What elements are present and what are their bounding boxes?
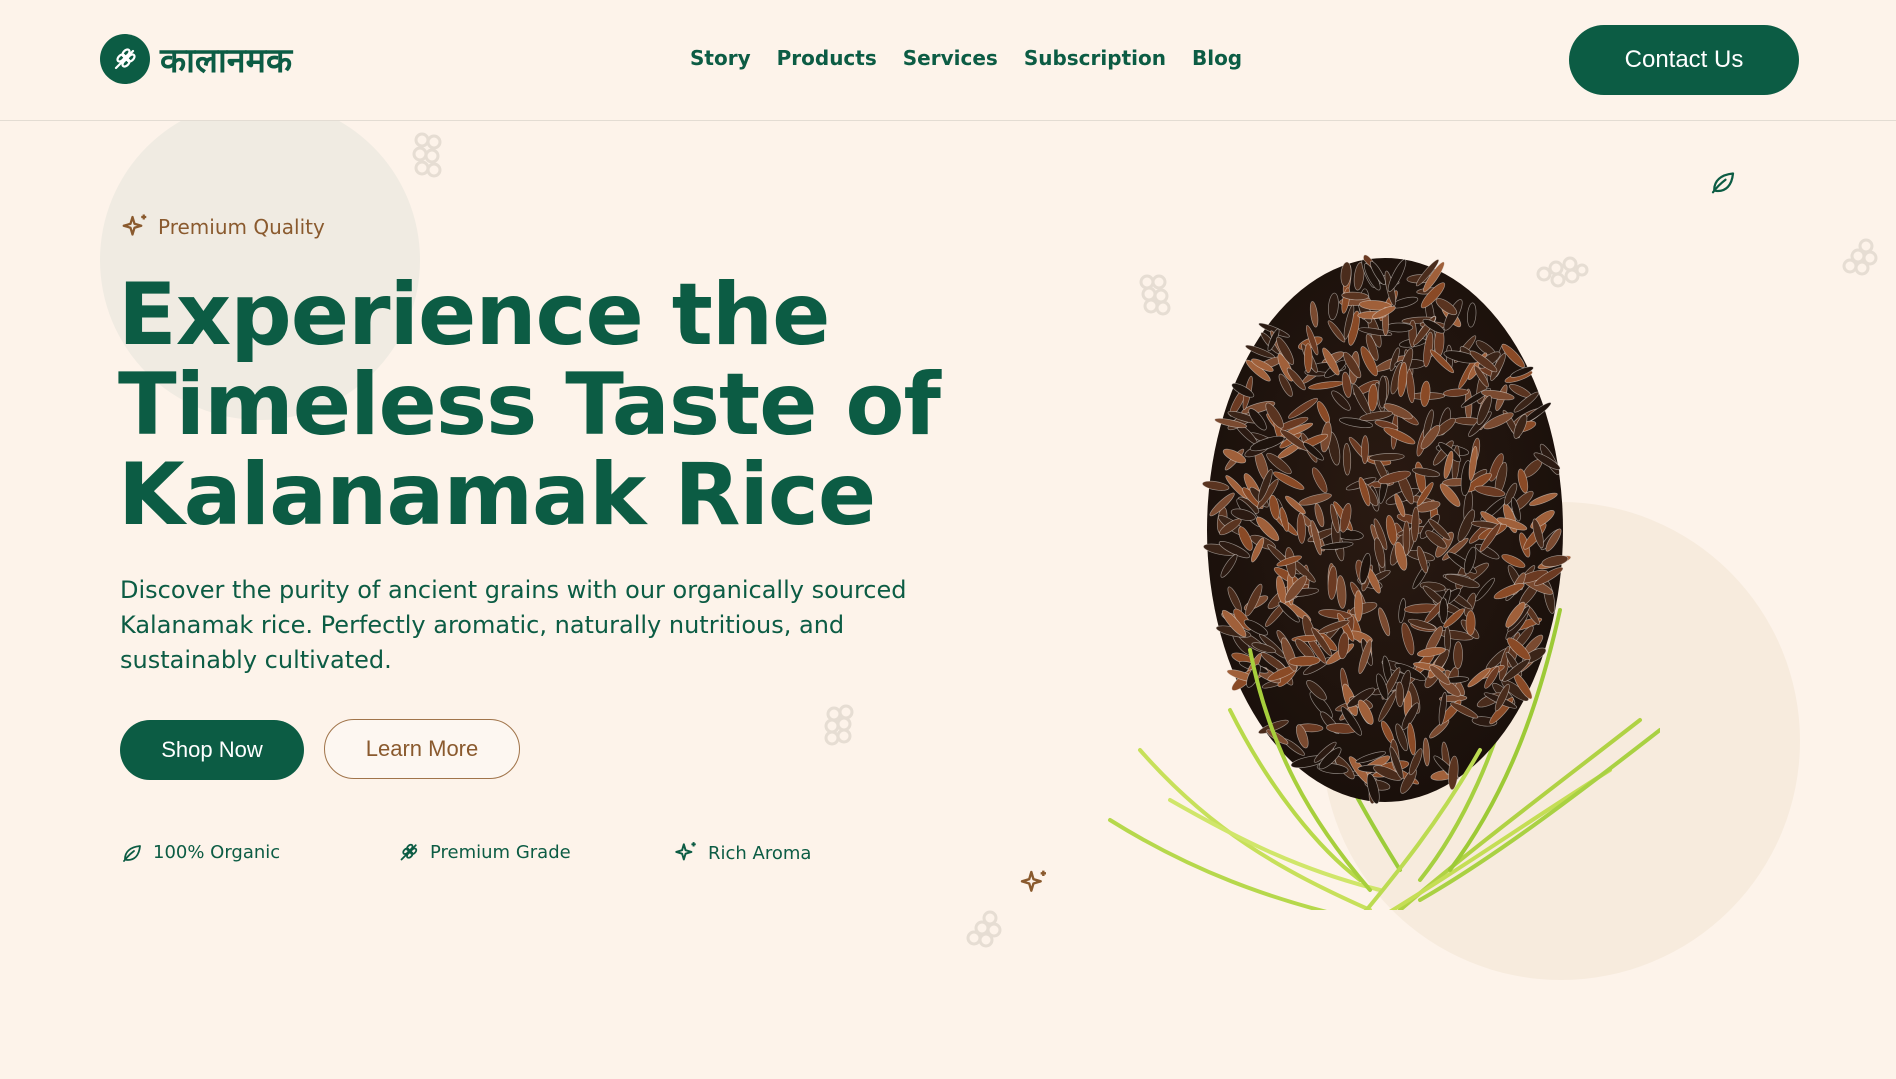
grain-decoration-icon <box>824 704 854 746</box>
grain-decoration-icon <box>412 132 442 178</box>
wheat-icon <box>100 34 150 84</box>
grain-decoration-icon <box>966 910 1002 948</box>
shop-now-button[interactable]: Shop Now <box>120 720 304 780</box>
feature-label: Premium Grade <box>430 841 571 863</box>
description-line: Kalanamak rice. Perfectly aromatic, natu… <box>120 611 845 639</box>
nav-products[interactable]: Products <box>777 46 877 70</box>
hero-description: Discover the purity of ancient grains wi… <box>120 573 920 678</box>
rice-grain <box>1354 590 1363 622</box>
sparkle-icon <box>122 214 147 236</box>
rice-grain <box>1465 610 1476 636</box>
nav-services[interactable]: Services <box>903 46 998 70</box>
rice-grain <box>1303 343 1313 374</box>
brand-logo[interactable]: कालानमक <box>100 34 292 84</box>
hero-headline: Experience the Timeless Taste of Kalanam… <box>118 270 1018 540</box>
feature-premium-grade: Premium Grade <box>397 840 571 864</box>
grain-decoration-icon <box>1842 238 1878 276</box>
leaf-icon <box>1711 172 1735 194</box>
headline-line: Kalanamak Rice <box>118 445 876 545</box>
rice-grain <box>1453 641 1463 670</box>
leaf-icon <box>123 845 141 862</box>
main-nav: Story Products Services Subscription Blo… <box>690 46 1242 70</box>
wheat-icon <box>400 843 418 861</box>
description-line: sustainably cultivated. <box>120 646 392 674</box>
rice-grain <box>1439 597 1448 624</box>
headline-line: Experience the <box>118 265 830 365</box>
nav-blog[interactable]: Blog <box>1192 46 1242 70</box>
feature-label: Rich Aroma <box>708 842 812 864</box>
learn-more-button[interactable]: Learn More <box>324 719 520 779</box>
site-header: कालानमक Story Products Services Subscrip… <box>0 0 1896 121</box>
rice-grain <box>1361 435 1369 465</box>
premium-quality-badge: Premium Quality <box>120 212 325 242</box>
feature-organic: 100% Organic <box>120 840 280 864</box>
nav-story[interactable]: Story <box>690 46 751 70</box>
rice-pile-base <box>1207 258 1563 802</box>
kalanamak-rice-image <box>1108 254 1660 910</box>
nav-subscription[interactable]: Subscription <box>1024 46 1166 70</box>
description-line: Discover the purity of ancient grains wi… <box>120 576 907 604</box>
sparkle-icon <box>675 842 696 861</box>
feature-rich-aroma: Rich Aroma <box>673 840 811 866</box>
feature-label: 100% Organic <box>153 841 281 863</box>
grass-blade <box>1168 798 1382 892</box>
sparkle-icon <box>1020 870 1046 892</box>
contact-us-button[interactable]: Contact Us <box>1569 25 1799 95</box>
badge-label: Premium Quality <box>158 215 325 239</box>
rice-grain <box>1402 520 1411 556</box>
rice-grain <box>1384 322 1414 333</box>
headline-line: Timeless Taste of <box>118 355 941 455</box>
brand-name: कालानमक <box>160 41 293 81</box>
